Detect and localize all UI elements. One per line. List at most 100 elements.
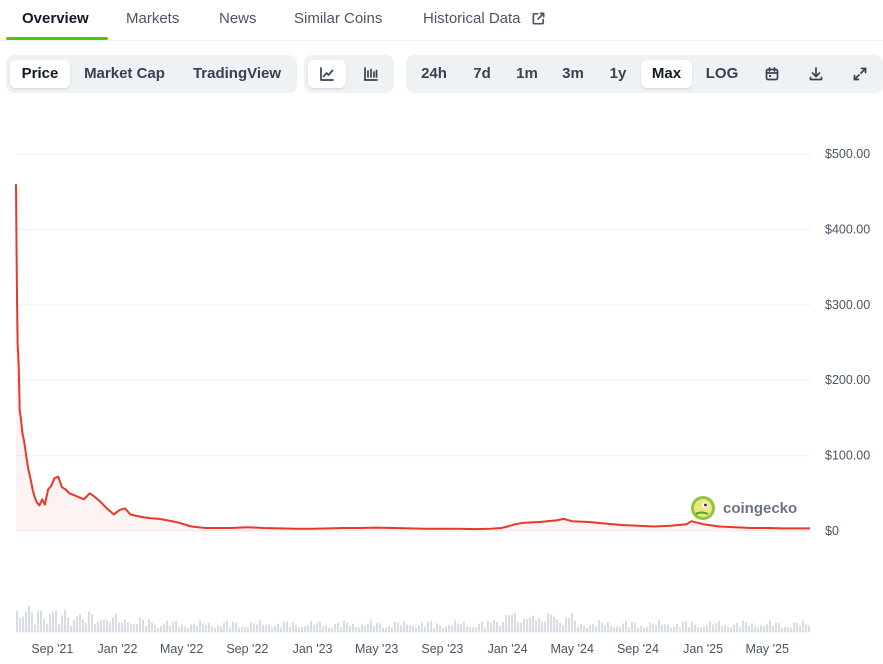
x-tick-label: Jan '23 — [293, 642, 333, 656]
volume-bar — [379, 623, 381, 632]
volume-bar — [76, 616, 78, 632]
volume-bar — [766, 623, 768, 632]
volume-bar — [298, 627, 300, 632]
volume-bar — [448, 625, 450, 632]
tab-markets[interactable]: Markets — [126, 0, 179, 38]
volume-bar — [154, 625, 156, 632]
volume-bar — [352, 623, 354, 632]
volume-bar — [682, 621, 684, 632]
volume-bar — [28, 605, 30, 632]
volume-bar — [193, 623, 195, 632]
volume-bar — [424, 626, 426, 632]
volume-bar — [415, 627, 417, 632]
tab-overview[interactable]: Overview — [22, 0, 89, 38]
expand-button[interactable] — [841, 60, 879, 88]
volume-bar — [286, 621, 288, 632]
volume-bar — [520, 622, 522, 632]
volume-bar — [589, 625, 591, 632]
volume-bar — [661, 624, 663, 632]
volume-bar — [598, 620, 600, 632]
volume-bar — [127, 622, 129, 632]
volume-bar — [136, 624, 138, 632]
volume-bar — [763, 625, 765, 632]
volume-bar — [640, 625, 642, 632]
volume-bar — [25, 611, 27, 632]
volume-bar — [445, 626, 447, 632]
volume-bar — [178, 627, 180, 632]
volume-bar — [430, 620, 432, 632]
volume-bar — [442, 627, 444, 632]
volume-bar — [673, 626, 675, 632]
candlestick-chart-icon — [363, 65, 379, 82]
view-tab-group: Price Market Cap TradingView — [6, 55, 297, 93]
volume-bar — [253, 623, 255, 632]
active-tab-underline — [6, 37, 108, 40]
range-1y[interactable]: 1y — [598, 60, 638, 88]
calendar-button[interactable] — [753, 60, 791, 88]
volume-bar — [91, 614, 93, 632]
volume-bar — [355, 627, 357, 632]
volume-bar — [727, 626, 729, 632]
tab-market-cap[interactable]: Market Cap — [74, 60, 175, 88]
volume-bar — [19, 617, 21, 632]
candlestick-chart-button[interactable] — [352, 60, 390, 88]
external-link-icon — [531, 3, 546, 41]
tab-tradingview[interactable]: TradingView — [182, 60, 292, 88]
volume-bar — [610, 626, 612, 632]
volume-bar — [778, 622, 780, 632]
volume-bar — [301, 627, 303, 632]
price-line-series[interactable] — [15, 184, 810, 531]
range-24h[interactable]: 24h — [412, 60, 456, 88]
volume-bar — [409, 625, 411, 632]
volume-bar — [175, 621, 177, 632]
volume-bar — [565, 617, 567, 632]
volume-bar — [667, 624, 669, 632]
volume-bar — [322, 626, 324, 632]
range-3m[interactable]: 3m — [552, 60, 594, 88]
volume-bar — [139, 617, 141, 632]
volume-bar — [244, 627, 246, 632]
volume-bar — [391, 627, 393, 632]
tab-news[interactable]: News — [219, 0, 257, 38]
volume-bar — [112, 617, 114, 632]
volume-bar — [400, 625, 402, 632]
volume-bar — [418, 625, 420, 632]
range-7d[interactable]: 7d — [462, 60, 502, 88]
y-tick-label: $400.00 — [825, 222, 870, 236]
volume-bar — [463, 621, 465, 632]
range-max[interactable]: Max — [641, 60, 692, 88]
volume-bar — [631, 621, 633, 632]
volume-bar — [190, 624, 192, 632]
tab-similar-coins[interactable]: Similar Coins — [294, 0, 382, 38]
volume-bar — [40, 610, 42, 632]
volume-bar — [292, 622, 294, 632]
volume-bar — [220, 626, 222, 632]
volume-bar — [73, 619, 75, 632]
volume-bar — [646, 627, 648, 632]
volume-bar — [451, 625, 453, 632]
volume-bar — [367, 623, 369, 632]
volume-bar — [247, 626, 249, 632]
x-tick-label: May '24 — [551, 642, 594, 656]
line-chart-button[interactable] — [308, 60, 346, 88]
price-chart[interactable]: $0 $100.00 $200.00 $300.00 $400.00 $500.… — [0, 100, 883, 664]
x-tick-label: Sep '21 — [31, 642, 73, 656]
volume-bar — [688, 627, 690, 632]
log-scale-toggle[interactable]: LOG — [697, 60, 747, 88]
volume-bar — [103, 619, 105, 632]
tab-price[interactable]: Price — [10, 60, 70, 88]
download-button[interactable] — [797, 60, 835, 88]
volume-bar — [226, 620, 228, 632]
volume-bar — [70, 625, 72, 632]
volume-bar — [52, 611, 54, 632]
volume-bar — [277, 623, 279, 632]
volume-bar — [628, 627, 630, 632]
volume-bar — [256, 624, 258, 632]
volume-bar — [787, 626, 789, 632]
range-1m[interactable]: 1m — [506, 60, 548, 88]
volume-bar — [67, 617, 69, 632]
tab-historical-data[interactable]: Historical Data — [423, 0, 546, 38]
volume-bar — [730, 627, 732, 632]
volume-bar — [169, 625, 171, 632]
volume-bar — [496, 621, 498, 632]
